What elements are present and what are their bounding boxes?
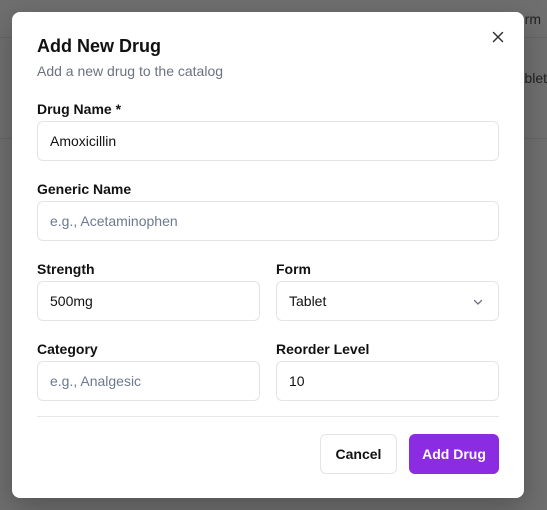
footer-divider <box>37 416 499 417</box>
generic-name-input[interactable] <box>37 201 499 241</box>
form-label: Form <box>276 261 311 277</box>
chevron-down-icon <box>473 299 483 305</box>
category-input[interactable] <box>37 361 260 401</box>
drug-name-label: Drug Name * <box>37 101 122 117</box>
reorder-level-input[interactable] <box>276 361 499 401</box>
strength-input[interactable] <box>37 281 260 321</box>
drug-name-input[interactable] <box>37 121 499 161</box>
dialog-subtitle: Add a new drug to the catalog <box>37 63 224 79</box>
category-label: Category <box>37 341 98 357</box>
form-select-value: Tablet <box>289 293 327 309</box>
generic-name-label: Generic Name <box>37 181 132 197</box>
close-icon <box>492 31 504 43</box>
cancel-button[interactable]: Cancel <box>320 434 397 474</box>
add-drug-dialog: Add New Drug Add a new drug to the catal… <box>12 12 524 498</box>
add-drug-button[interactable]: Add Drug <box>409 434 499 474</box>
reorder-level-label: Reorder Level <box>276 341 370 357</box>
strength-label: Strength <box>37 261 95 277</box>
form-select[interactable]: Tablet <box>276 281 499 321</box>
close-button[interactable] <box>490 29 506 45</box>
dialog-title: Add New Drug <box>37 36 161 56</box>
